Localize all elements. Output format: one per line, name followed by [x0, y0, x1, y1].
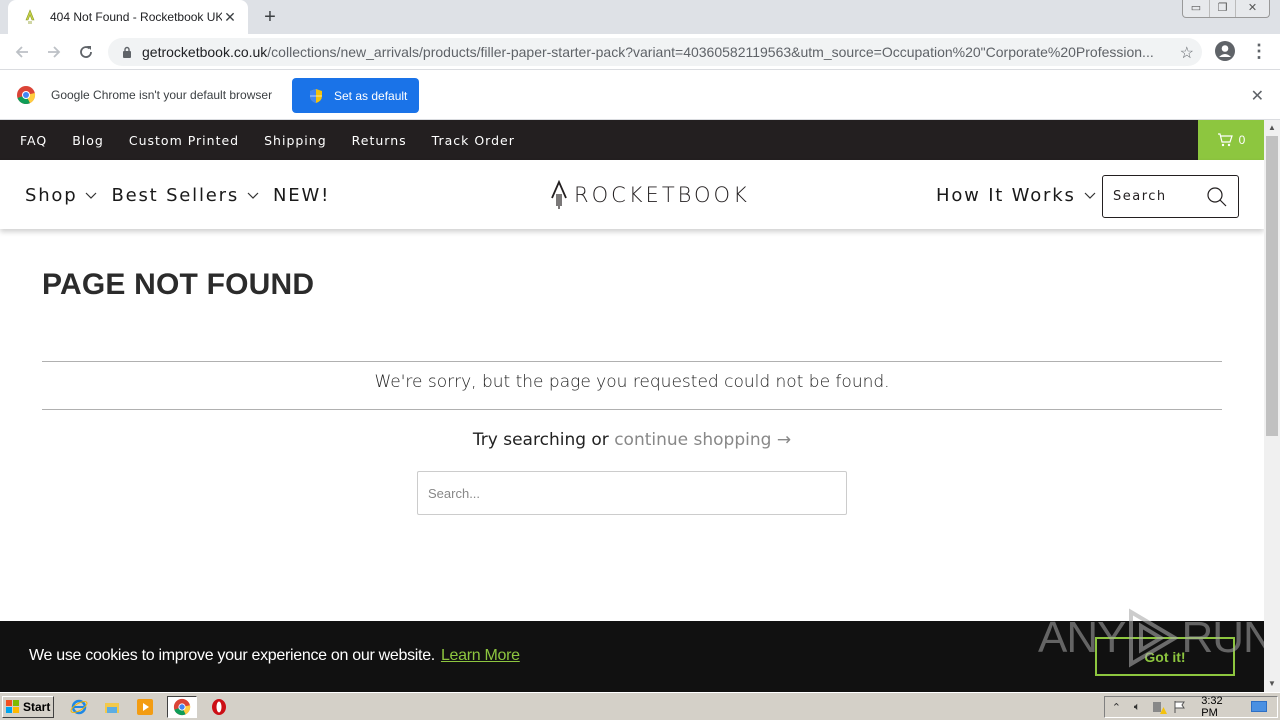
page-scrollbar[interactable]: ▲ ▼ [1264, 120, 1280, 692]
media-player-icon[interactable] [134, 696, 156, 718]
chrome-taskbar-icon[interactable] [167, 695, 197, 718]
header-search-input[interactable]: Search [1102, 175, 1239, 218]
windows-logo-icon [6, 699, 19, 713]
chevron-down-icon [1084, 192, 1096, 199]
utility-nav: FAQ Blog Custom Printed Shipping Returns… [0, 120, 1264, 160]
new-tab-button[interactable]: + [258, 5, 282, 29]
logo-text: ROCKETBOOK [574, 183, 750, 207]
close-window-button[interactable]: ✕ [1235, 0, 1269, 17]
chevron-down-icon [247, 192, 259, 199]
scrollbar-thumb[interactable] [1266, 136, 1278, 436]
action-center-flag-icon[interactable] [1173, 699, 1188, 715]
got-it-button[interactable]: Got it! [1095, 637, 1235, 676]
cookie-message-text: We use cookies to improve your experienc… [29, 647, 435, 664]
scroll-up-arrow-icon[interactable]: ▲ [1264, 120, 1280, 136]
rocketbook-logo[interactable]: ROCKETBOOK [550, 180, 750, 210]
divider [42, 409, 1222, 410]
clock: 3:32 PM [1201, 695, 1223, 719]
continue-shopping-link[interactable]: continue shopping → [614, 430, 791, 450]
nav-how-it-works-label: How It Works [936, 185, 1076, 206]
url-text: getrocketbook.co.uk/collections/new_arri… [142, 44, 1154, 60]
chrome-menu-icon[interactable]: ⋮ [1250, 40, 1268, 64]
page-search-input[interactable]: Search... [417, 471, 847, 515]
window-controls: ▭ ❐ ✕ [1182, 0, 1270, 18]
lock-icon [120, 46, 134, 58]
bookmark-star-icon[interactable]: ☆ [1180, 43, 1194, 63]
utility-link-custom-printed[interactable]: Custom Printed [129, 133, 239, 148]
arrow-right-icon [48, 45, 61, 58]
nav-shop-label: Shop [25, 185, 78, 206]
search-icon[interactable] [1206, 186, 1228, 208]
volume-icon[interactable]: 🔈︎ [1130, 699, 1145, 715]
cookie-message: We use cookies to improve your experienc… [29, 647, 520, 665]
file-explorer-icon[interactable] [101, 696, 123, 718]
cart-count: 0 [1238, 133, 1246, 147]
header-search-placeholder: Search [1113, 189, 1167, 204]
nav-new-label: NEW! [273, 185, 331, 206]
tab-close-icon[interactable]: ✕ [222, 9, 238, 26]
main-nav: Shop Best Sellers NEW! ROCKETBOOK How It… [0, 160, 1264, 229]
utility-link-blog[interactable]: Blog [72, 133, 104, 148]
uac-shield-icon [310, 88, 322, 103]
cookie-banner: We use cookies to improve your experienc… [0, 621, 1264, 692]
set-as-default-button[interactable]: Set as default [292, 78, 419, 113]
reload-icon [80, 45, 92, 58]
nav-best-sellers[interactable]: Best Sellers [111, 185, 259, 206]
utility-link-returns[interactable]: Returns [352, 133, 407, 148]
default-browser-infobar: Google Chrome isn't your default browser… [0, 71, 1280, 120]
scroll-down-arrow-icon[interactable]: ▼ [1264, 676, 1280, 692]
browser-tab[interactable]: 404 Not Found - Rocketbook UK ✕ [8, 0, 248, 34]
utility-link-faq[interactable]: FAQ [20, 133, 47, 148]
arrow-left-icon [15, 45, 28, 58]
set-as-default-label: Set as default [334, 88, 408, 103]
nav-new[interactable]: NEW! [273, 185, 330, 206]
show-desktop-icon[interactable] [1251, 699, 1268, 715]
utility-link-track-order[interactable]: Track Order [432, 133, 515, 148]
minimize-button[interactable]: ▭ [1183, 0, 1209, 17]
windows-taskbar: Start ⌃ 🔈︎ 3:32 PM [0, 692, 1280, 720]
utility-link-shipping[interactable]: Shipping [264, 133, 327, 148]
chrome-logo-icon [17, 86, 36, 105]
show-hidden-icons-icon[interactable]: ⌃ [1109, 699, 1124, 715]
chevron-down-icon [86, 192, 97, 199]
divider [42, 361, 1222, 362]
back-button[interactable] [6, 36, 38, 68]
start-label: Start [23, 699, 51, 714]
nav-shop[interactable]: Shop [25, 185, 97, 206]
internet-explorer-icon[interactable] [68, 696, 90, 718]
rocket-logo-icon [551, 180, 567, 209]
forward-button[interactable] [38, 36, 70, 68]
system-tray: ⌃ 🔈︎ 3:32 PM [1104, 695, 1278, 719]
cart-button[interactable]: 0 [1198, 120, 1264, 160]
page-search-placeholder: Search... [428, 485, 481, 501]
nav-how-it-works[interactable]: How It Works [936, 185, 1096, 206]
try-searching-text: Try searching or continue shopping → [42, 430, 1222, 450]
restore-button[interactable]: ❐ [1209, 0, 1235, 17]
page-viewport: FAQ Blog Custom Printed Shipping Returns… [0, 120, 1264, 692]
tab-title: 404 Not Found - Rocketbook UK [50, 10, 222, 24]
opera-icon[interactable] [208, 696, 230, 718]
profile-avatar-icon[interactable] [1214, 40, 1238, 64]
nav-best-sellers-label: Best Sellers [111, 185, 240, 206]
page-title: PAGE NOT FOUND [42, 268, 315, 301]
browser-toolbar: getrocketbook.co.uk/collections/new_arri… [0, 34, 1280, 70]
network-warning-icon[interactable] [1151, 699, 1167, 715]
cart-icon [1217, 133, 1233, 147]
rocket-icon [22, 9, 38, 25]
start-button[interactable]: Start [2, 695, 54, 718]
try-prefix: Try searching or [472, 430, 615, 450]
reload-button[interactable] [70, 36, 102, 68]
address-bar[interactable]: getrocketbook.co.uk/collections/new_arri… [108, 38, 1202, 66]
infobar-message: Google Chrome isn't your default browser [51, 88, 273, 102]
learn-more-link[interactable]: Learn More [441, 647, 520, 664]
not-found-message: We're sorry, but the page you requested … [374, 372, 890, 392]
infobar-close-icon[interactable]: ✕ [1251, 86, 1264, 106]
browser-tab-strip: 404 Not Found - Rocketbook UK ✕ + ▭ ❐ ✕ [0, 0, 1280, 34]
